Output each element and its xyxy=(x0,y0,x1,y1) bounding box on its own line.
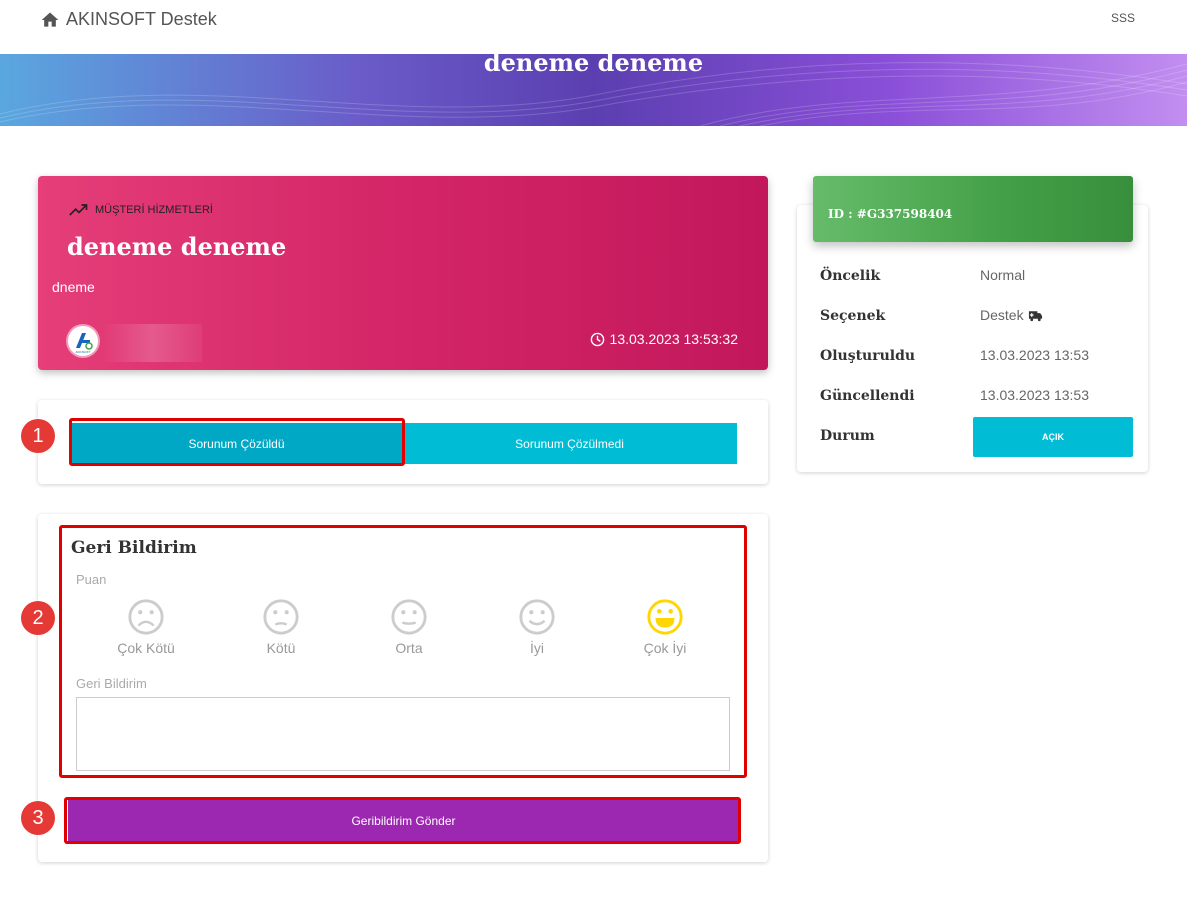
rating-very-bad-label: Çok Kötü xyxy=(117,640,175,656)
send-feedback-button[interactable]: Geribildirim Gönder xyxy=(68,800,739,841)
slightly-sad-face-icon xyxy=(263,599,299,635)
top-navbar: AKINSOFT Destek SSS xyxy=(0,0,1187,54)
sad-face-icon xyxy=(128,599,164,635)
status-button[interactable]: AÇIK xyxy=(973,417,1133,457)
sss-link[interactable]: SSS xyxy=(1111,11,1135,25)
created-key: Oluşturuldu xyxy=(820,348,916,364)
happy-face-icon xyxy=(647,599,683,635)
hero-banner: deneme deneme xyxy=(0,54,1187,126)
smile-face-icon xyxy=(519,599,555,635)
option-value-text: Destek xyxy=(980,307,1024,323)
solved-button[interactable]: Sorunum Çözüldü xyxy=(71,423,402,464)
unsolved-button[interactable]: Sorunum Çözülmedi xyxy=(402,423,737,464)
akinsoft-logo-icon: AKINSOFT xyxy=(75,333,93,354)
department-text: MÜŞTERİ HİZMETLERİ xyxy=(95,204,213,216)
ticket-id-header: ID : #G337598404 xyxy=(813,176,1133,242)
annotation-badge-1: 1 xyxy=(21,419,55,453)
rating-very-good[interactable]: Çok İyi xyxy=(620,598,710,656)
priority-value: Normal xyxy=(980,267,1026,283)
status-key: Durum xyxy=(820,428,875,444)
ambulance-icon xyxy=(1028,310,1042,321)
rating-bad[interactable]: Kötü xyxy=(236,598,326,656)
annotation-badge-3: 3 xyxy=(21,801,55,835)
hero-title: deneme deneme xyxy=(483,54,704,77)
rating-very-good-label: Çok İyi xyxy=(643,640,687,656)
neutral-face-icon xyxy=(391,599,427,635)
ticket-date-text: 13.03.2023 13:53:32 xyxy=(609,331,738,347)
home-icon xyxy=(41,12,59,27)
ticket-card: MÜŞTERİ HİZMETLERİ deneme deneme dneme A… xyxy=(38,176,768,370)
annotation-badge-2: 2 xyxy=(21,601,55,635)
department-label: MÜŞTERİ HİZMETLERİ xyxy=(69,203,213,217)
rating-good[interactable]: İyi xyxy=(492,598,582,656)
ticket-date: 13.03.2023 13:53:32 xyxy=(590,331,738,347)
ticket-title: deneme deneme xyxy=(67,232,287,261)
rating-neutral[interactable]: Orta xyxy=(364,598,454,656)
akinsoft-logo: AKINSOFT xyxy=(68,326,98,356)
trending-up-icon xyxy=(69,204,88,216)
resolution-card: Sorunum Çözüldü Sorunum Çözülmedi xyxy=(38,400,768,484)
blurred-customer-name xyxy=(102,324,202,362)
ticket-info-card: Öncelik Normal Seçenek Destek Oluşturuld… xyxy=(797,205,1148,472)
feedback-textarea[interactable] xyxy=(76,697,730,771)
home-link[interactable]: AKINSOFT Destek xyxy=(40,9,217,30)
clock-icon xyxy=(590,332,604,346)
rating-neutral-label: Orta xyxy=(395,640,423,656)
ticket-description: dneme xyxy=(52,279,95,295)
rating-very-bad[interactable]: Çok Kötü xyxy=(101,598,191,656)
rating-bad-label: Kötü xyxy=(266,640,296,656)
created-value: 13.03.2023 13:53 xyxy=(980,347,1089,363)
priority-key: Öncelik xyxy=(820,268,881,284)
updated-value: 13.03.2023 13:53 xyxy=(980,387,1089,403)
feedback-card: Geri Bildirim Puan Çok Kötü Kötü Orta İy… xyxy=(38,514,768,862)
rating-good-label: İyi xyxy=(530,640,544,656)
brand-label: AKINSOFT Destek xyxy=(66,9,217,29)
feedback-title: Geri Bildirim xyxy=(71,538,197,558)
updated-key: Güncellendi xyxy=(820,388,915,404)
comment-label: Geri Bildirim xyxy=(76,676,147,691)
option-key: Seçenek xyxy=(820,308,886,324)
option-value: Destek xyxy=(980,307,1043,323)
rating-label: Puan xyxy=(76,572,107,587)
svg-text:AKINSOFT: AKINSOFT xyxy=(75,350,90,354)
